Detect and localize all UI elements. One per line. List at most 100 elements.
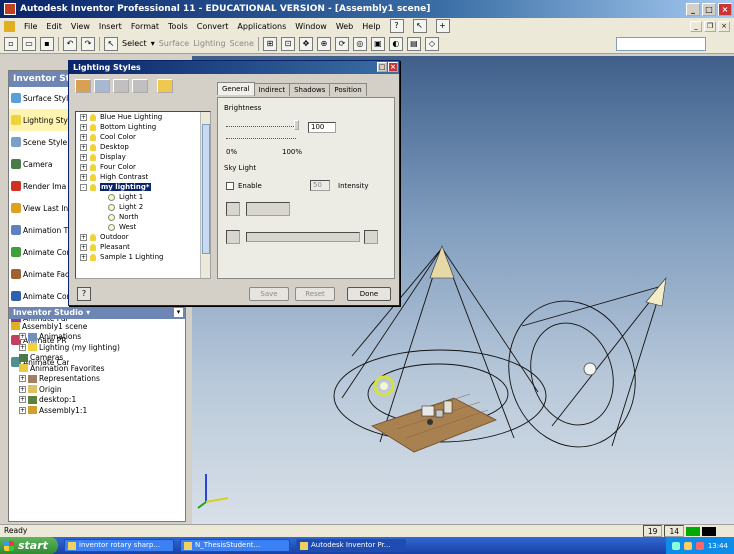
doc-close-button[interactable]: × bbox=[718, 20, 730, 32]
expand-toggle[interactable]: + bbox=[80, 113, 87, 121]
taskbar-item-folder[interactable]: inventor rotary sharp... bbox=[64, 539, 174, 552]
lighting-style-item[interactable]: + Sample 1 Lighting bbox=[76, 252, 210, 262]
browser-tree-node[interactable]: + Origin bbox=[9, 384, 185, 395]
open-folder-icon[interactable]: ▭ bbox=[22, 36, 36, 51]
menu-tools[interactable]: Tools bbox=[168, 22, 188, 31]
tab-indirect[interactable]: Indirect bbox=[253, 83, 291, 96]
studio-command-item[interactable]: Animate Cor bbox=[9, 241, 69, 263]
browser-tree-node[interactable]: + desktop:1 bbox=[9, 395, 185, 406]
style-tree-scrollbar[interactable] bbox=[200, 112, 210, 278]
zoom-icon[interactable]: ⊕ bbox=[316, 36, 331, 51]
zoom-window-icon[interactable]: ⊡ bbox=[280, 36, 295, 51]
new-style-icon[interactable] bbox=[94, 79, 110, 93]
menu-window[interactable]: Window bbox=[295, 22, 327, 31]
menu-applications[interactable]: Applications bbox=[237, 22, 286, 31]
expand-toggle[interactable]: + bbox=[80, 243, 87, 251]
spotlight-head-right[interactable] bbox=[645, 276, 667, 307]
done-button[interactable]: Done bbox=[347, 287, 391, 301]
studio-command-item[interactable]: View Last In bbox=[9, 197, 69, 219]
menu-help[interactable]: Help bbox=[362, 22, 380, 31]
undo-icon[interactable]: ↶ bbox=[63, 36, 77, 51]
lighting-style-item[interactable]: + Outdoor bbox=[76, 232, 210, 242]
browser-tree-node[interactable]: + Assembly1:1 bbox=[9, 405, 185, 416]
close-button[interactable]: × bbox=[718, 2, 732, 16]
expand-toggle[interactable]: + bbox=[80, 123, 87, 131]
new-light-icon[interactable] bbox=[75, 79, 91, 93]
expand-toggle[interactable]: + bbox=[80, 253, 87, 261]
light-item[interactable]: Light 1 bbox=[76, 192, 210, 202]
menu-edit[interactable]: Edit bbox=[46, 22, 62, 31]
zoom-all-icon[interactable]: ⊞ bbox=[262, 36, 277, 51]
browser-tree-node[interactable]: Assembly1 scene bbox=[9, 321, 185, 332]
dialog-restore-button[interactable]: □ bbox=[377, 62, 387, 72]
add-icon[interactable]: + bbox=[435, 19, 450, 33]
studio-command-item[interactable]: Surface Styl bbox=[9, 87, 69, 109]
tray-security-icon[interactable] bbox=[695, 541, 704, 550]
rotate-icon[interactable]: ⟳ bbox=[334, 36, 349, 51]
expand-toggle[interactable]: + bbox=[19, 375, 26, 383]
menu-insert[interactable]: Insert bbox=[99, 22, 122, 31]
camera-icon[interactable]: ▤ bbox=[406, 36, 421, 51]
studio-command-item[interactable]: Animate Fac bbox=[9, 263, 69, 285]
lighting-style-item[interactable]: + Desktop bbox=[76, 142, 210, 152]
expand-toggle[interactable]: + bbox=[80, 143, 87, 151]
sky-light-enable-checkbox[interactable] bbox=[226, 182, 234, 190]
taskbar-item-thesis[interactable]: N_ThesisStudent... bbox=[180, 539, 290, 552]
browse-image-button[interactable] bbox=[364, 230, 378, 244]
tray-network-icon[interactable] bbox=[671, 541, 680, 550]
save-icon[interactable]: ▪ bbox=[40, 36, 54, 51]
studio-command-item[interactable]: Animation T bbox=[9, 219, 69, 241]
lighting-style-item[interactable]: + High Contrast bbox=[76, 172, 210, 182]
brightness-slider-thumb[interactable] bbox=[294, 120, 299, 130]
perspective-icon[interactable]: ◇ bbox=[424, 36, 439, 51]
sky-light-color-swatch[interactable] bbox=[226, 202, 240, 216]
sky-light-color-field[interactable] bbox=[246, 202, 290, 216]
expand-toggle[interactable]: + bbox=[19, 385, 26, 393]
lighting-style-item[interactable]: + Display bbox=[76, 152, 210, 162]
lighting-style-item[interactable]: + Bottom Lighting bbox=[76, 122, 210, 132]
tab-general[interactable]: General bbox=[217, 82, 255, 95]
expand-toggle[interactable]: + bbox=[80, 163, 87, 171]
browser-tree-node[interactable]: + Representations bbox=[9, 374, 185, 385]
lighting-style-item[interactable]: + Pleasant bbox=[76, 242, 210, 252]
view-combo-box[interactable] bbox=[616, 36, 706, 51]
expand-toggle[interactable]: + bbox=[80, 233, 87, 241]
expand-toggle[interactable]: + bbox=[19, 406, 26, 414]
browser-title[interactable]: Inventor Studio bbox=[13, 307, 83, 319]
select-label[interactable]: Select bbox=[122, 39, 147, 48]
select-icon[interactable]: ↖ bbox=[104, 36, 118, 51]
menu-convert[interactable]: Convert bbox=[197, 22, 229, 31]
lighting-dropdown[interactable]: Lighting bbox=[193, 39, 225, 48]
minimize-button[interactable]: _ bbox=[686, 2, 700, 16]
light-item[interactable]: West bbox=[76, 222, 210, 232]
studio-command-item[interactable]: Scene Style bbox=[9, 131, 69, 153]
brightness-slider-track[interactable] bbox=[226, 126, 296, 127]
browser-tree-node[interactable]: Animation Favorites bbox=[9, 363, 185, 374]
scene-dropdown[interactable]: Scene bbox=[230, 39, 254, 48]
tray-volume-icon[interactable] bbox=[683, 541, 692, 550]
lighting-style-item[interactable]: - my lighting* bbox=[76, 182, 210, 192]
import-icon[interactable] bbox=[132, 79, 148, 93]
image-path-field[interactable] bbox=[246, 232, 360, 242]
menu-view[interactable]: View bbox=[71, 22, 90, 31]
point-light-right[interactable] bbox=[583, 362, 597, 376]
lighting-style-item[interactable]: + Four Color bbox=[76, 162, 210, 172]
pan-icon[interactable]: ✥ bbox=[298, 36, 313, 51]
display-mode-icon[interactable]: ▣ bbox=[370, 36, 385, 51]
spotlight-head-left[interactable] bbox=[429, 245, 455, 279]
doc-minimize-button[interactable]: _ bbox=[690, 20, 702, 32]
browser-tree-node[interactable]: Cameras bbox=[9, 353, 185, 364]
studio-command-item[interactable]: Render Ima bbox=[9, 175, 69, 197]
studio-command-item[interactable]: Camera bbox=[9, 153, 69, 175]
look-at-icon[interactable]: ◎ bbox=[352, 36, 367, 51]
intensity-input[interactable]: 50 bbox=[310, 180, 330, 191]
expand-toggle[interactable]: + bbox=[80, 173, 87, 181]
shadow-icon[interactable]: ◐ bbox=[388, 36, 403, 51]
expand-toggle[interactable]: + bbox=[19, 333, 26, 341]
browser-tree-node[interactable]: + Lighting (my lighting) bbox=[9, 342, 185, 353]
redo-icon[interactable]: ↷ bbox=[81, 36, 95, 51]
lighting-style-item[interactable]: + Blue Hue Lighting bbox=[76, 112, 210, 122]
menu-format[interactable]: Format bbox=[131, 22, 159, 31]
taskbar-item-inventor[interactable]: Autodesk Inventor Pr... bbox=[296, 539, 406, 552]
brightness-input[interactable]: 100 bbox=[308, 122, 336, 133]
